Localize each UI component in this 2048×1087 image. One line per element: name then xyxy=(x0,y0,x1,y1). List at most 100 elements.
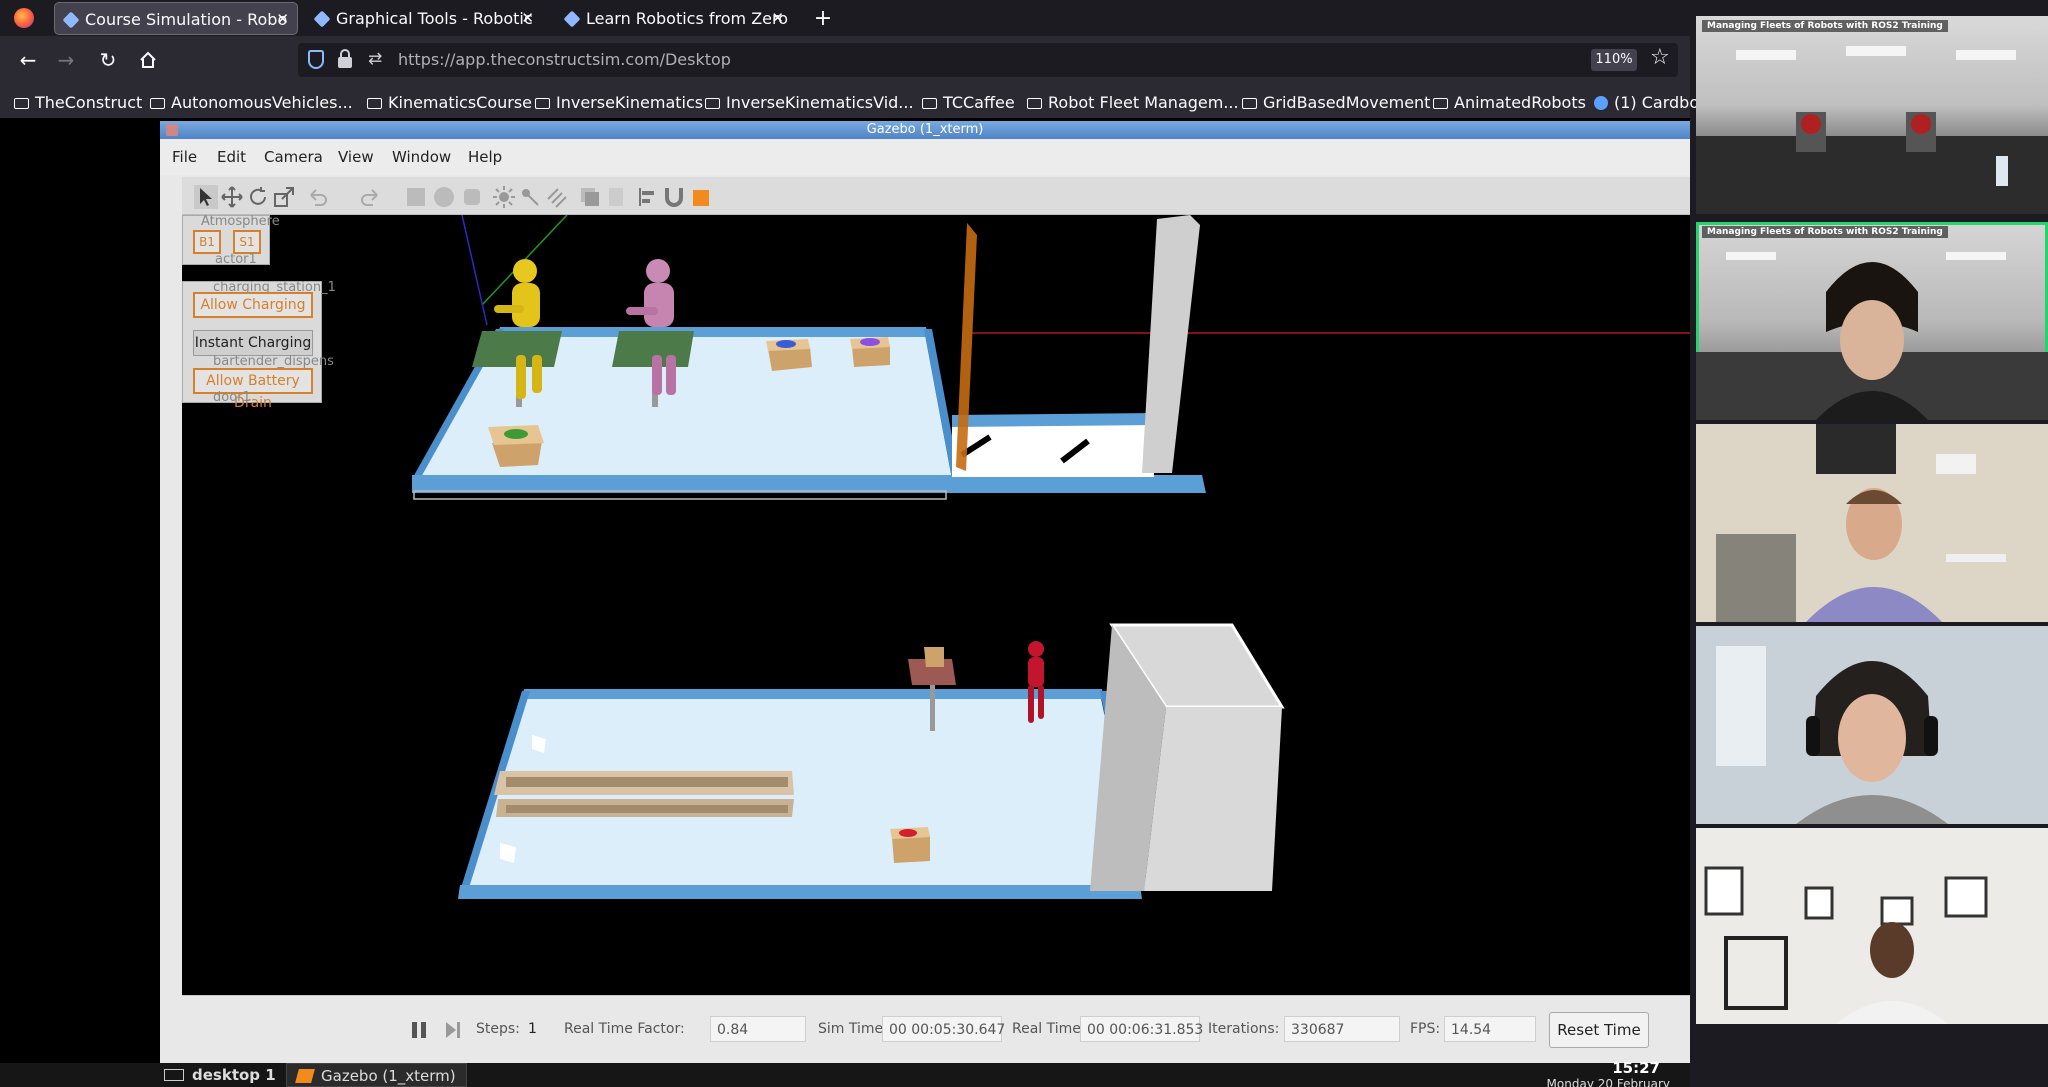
door-label: door1 xyxy=(213,390,251,405)
reset-time-button[interactable]: Reset Time xyxy=(1549,1012,1649,1048)
box-shape-icon[interactable] xyxy=(404,185,428,209)
desktop-label: desktop 1 xyxy=(192,1066,276,1084)
home-button[interactable] xyxy=(134,46,162,74)
rotate-mode-icon[interactable] xyxy=(246,185,270,209)
video-tile-room[interactable]: Managing Fleets of Robots with ROS2 Trai… xyxy=(1696,16,2048,214)
menu-view[interactable]: View xyxy=(338,139,374,175)
sim-time-label: Sim Time: xyxy=(818,1021,888,1037)
bookmark-item[interactable]: TCCaffee xyxy=(922,92,1015,114)
allow-battery-drain-button[interactable]: Allow Battery Drain xyxy=(193,368,313,411)
menu-camera[interactable]: Camera xyxy=(264,139,323,175)
gazebo-window-titlebar[interactable]: Gazebo (1_xterm) xyxy=(160,121,1690,139)
scale-mode-icon[interactable] xyxy=(272,185,296,209)
browser-tab-bar: Course Simulation - Robo ✕ Graphical Too… xyxy=(0,0,1690,36)
s1-button[interactable]: S1 xyxy=(233,230,261,254)
directional-light-icon[interactable] xyxy=(544,185,568,209)
permissions-icon[interactable]: ⇄ xyxy=(368,49,382,69)
bookmark-label: GridBasedMovement xyxy=(1263,93,1431,112)
url-text[interactable]: https://app.theconstructsim.com/Desktop xyxy=(398,43,731,77)
taskbar-clock: 15:27 xyxy=(1612,1059,1660,1077)
cylinder-shape-icon[interactable] xyxy=(460,185,484,209)
upper-room xyxy=(412,215,1206,500)
lower-front-wall xyxy=(458,885,1142,899)
taskbar-app-gazebo[interactable]: Gazebo (1_xterm) xyxy=(286,1063,467,1087)
lower-back-wall xyxy=(522,689,1104,699)
actor-label: actor1 xyxy=(215,252,257,267)
lower-room xyxy=(458,623,1285,899)
folder-icon xyxy=(1433,98,1448,109)
screen: { "browser": { "tabs": [ {"label": "Cour… xyxy=(0,0,2048,1087)
steps-label: Steps: xyxy=(476,1021,520,1037)
bookmark-item[interactable]: Robot Fleet Managem... xyxy=(1027,92,1239,114)
close-icon[interactable]: ✕ xyxy=(771,2,784,35)
folder-icon xyxy=(922,98,937,109)
snap-magnet-icon[interactable] xyxy=(662,185,686,209)
simulation-scene[interactable] xyxy=(182,215,1690,995)
z-axis-line xyxy=(461,215,488,326)
video-caption: Managing Fleets of Robots with ROS2 Trai… xyxy=(1702,226,1948,238)
steps-value[interactable]: 1 xyxy=(528,1021,537,1037)
video-feed-room xyxy=(1696,46,2048,214)
tracking-shield-icon[interactable] xyxy=(308,50,324,69)
bookmark-item[interactable]: TheConstruct xyxy=(14,92,142,114)
desktop-switcher[interactable]: desktop 1 xyxy=(164,1063,276,1087)
tab-learn-robotics[interactable]: Learn Robotics from Zero ✕ xyxy=(556,2,792,35)
menu-help[interactable]: Help xyxy=(468,139,502,175)
translate-mode-icon[interactable] xyxy=(220,185,244,209)
zoom-level-badge[interactable]: 110% xyxy=(1591,49,1637,71)
browser-nav-bar: ← → ↻ ⇄ https://app.theconstructsim.com/… xyxy=(0,36,1690,92)
sphere-shape-icon[interactable] xyxy=(432,185,456,209)
close-icon[interactable]: ✕ xyxy=(521,2,534,35)
bookmark-item[interactable]: KinematicsCourse xyxy=(367,92,532,114)
video-feed-participant-4 xyxy=(1696,828,2048,1024)
iterations-value: 330687 xyxy=(1284,1016,1400,1042)
remote-taskbar: desktop 1 Gazebo (1_xterm) 15:27 Monday … xyxy=(0,1059,1690,1087)
bookmark-item[interactable]: GridBasedMovement xyxy=(1242,92,1430,114)
bookmark-label: Robot Fleet Managem... xyxy=(1048,93,1239,112)
bookmark-star-icon[interactable]: ☆ xyxy=(1650,45,1670,70)
close-icon[interactable]: ✕ xyxy=(276,3,289,34)
bookmark-item[interactable]: (1) Cardbo xyxy=(1594,92,1699,114)
menu-file[interactable]: File xyxy=(172,139,197,175)
copy-icon[interactable] xyxy=(578,185,602,209)
bookmark-label: AutonomousVehicles... xyxy=(171,93,353,112)
bookmark-item[interactable]: InverseKinematicsVid... xyxy=(705,92,914,114)
video-tile-participant-2[interactable] xyxy=(1696,424,2048,622)
forward-button[interactable]: → xyxy=(52,46,80,74)
menu-window[interactable]: Window xyxy=(392,139,451,175)
menu-edit[interactable]: Edit xyxy=(217,139,246,175)
pause-icon[interactable] xyxy=(410,1020,428,1040)
undo-icon[interactable] xyxy=(306,185,330,209)
back-button[interactable]: ← xyxy=(14,46,42,74)
record-screenshot-icon[interactable] xyxy=(690,185,714,209)
tab-label: Learn Robotics from Zero xyxy=(586,9,789,28)
counter-shadow xyxy=(506,805,788,813)
tab-course-simulation[interactable]: Course Simulation - Robo ✕ xyxy=(54,2,298,35)
spot-light-icon[interactable] xyxy=(518,185,542,209)
select-mode-icon[interactable] xyxy=(194,185,218,209)
paste-icon[interactable] xyxy=(604,185,628,209)
video-feed-participant-3 xyxy=(1696,626,2048,824)
folder-icon xyxy=(150,98,165,109)
step-icon[interactable] xyxy=(444,1020,462,1040)
video-tile-participant-3[interactable] xyxy=(1696,626,2048,824)
gazebo-3d-viewport[interactable]: Atmosphere B1 S1 actor1 charging_station… xyxy=(182,215,1690,995)
video-tile-speaker[interactable]: Managing Fleets of Robots with ROS2 Trai… xyxy=(1696,222,2048,420)
instant-charging-button[interactable]: Instant Charging xyxy=(193,330,313,356)
bookmark-item[interactable]: AnimatedRobots xyxy=(1433,92,1586,114)
address-bar[interactable]: ⇄ https://app.theconstructsim.com/Deskto… xyxy=(298,43,1678,77)
lock-icon[interactable] xyxy=(338,49,352,68)
tab-graphical-tools[interactable]: Graphical Tools - Robotic ✕ xyxy=(306,2,542,35)
redo-icon[interactable] xyxy=(358,185,382,209)
point-light-icon[interactable] xyxy=(492,185,516,209)
folder-icon xyxy=(535,98,550,109)
real-time-value: 00 00:06:31.853 xyxy=(1080,1016,1203,1042)
bookmark-item[interactable]: InverseKinematics xyxy=(535,92,703,114)
reload-button[interactable]: ↻ xyxy=(94,46,122,74)
align-icon[interactable] xyxy=(636,185,660,209)
bookmark-item[interactable]: AutonomousVehicles... xyxy=(150,92,353,114)
new-tab-button[interactable]: + xyxy=(812,2,834,35)
b1-button[interactable]: B1 xyxy=(193,230,221,254)
allow-charging-button[interactable]: Allow Charging xyxy=(193,292,313,318)
video-tile-participant-4[interactable] xyxy=(1696,828,2048,1024)
